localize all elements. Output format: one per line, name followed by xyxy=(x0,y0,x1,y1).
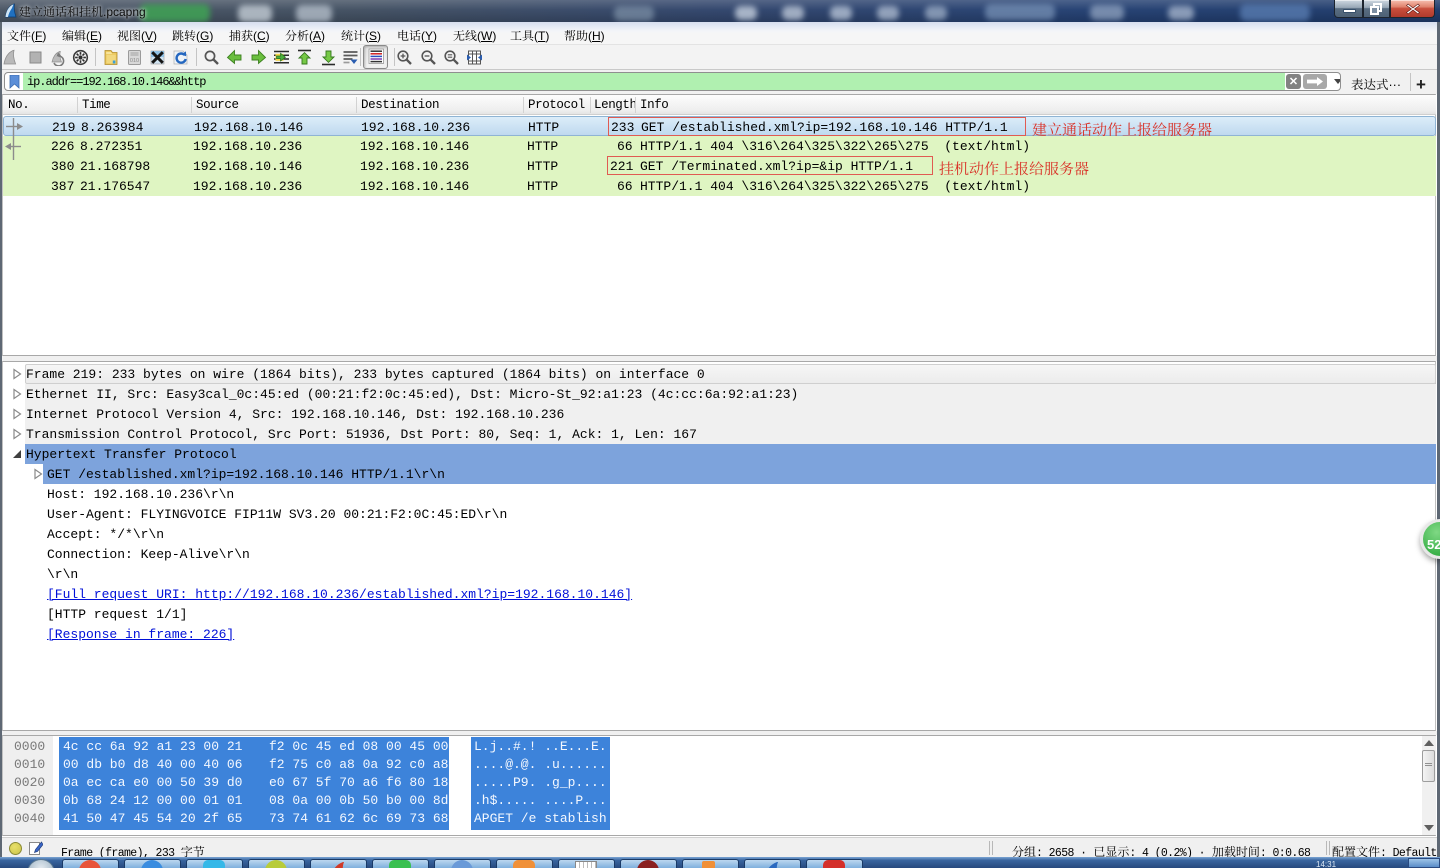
svg-text:010: 010 xyxy=(130,58,139,64)
